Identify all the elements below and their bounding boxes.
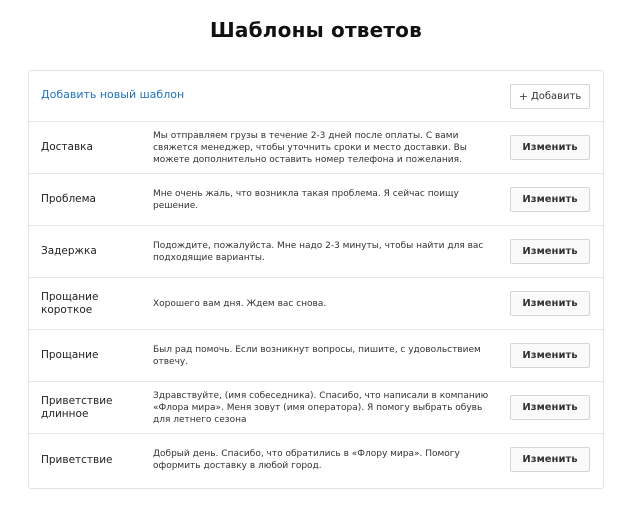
template-row-farewell: Прощание Был рад помочь. Если возникнут … (29, 330, 603, 382)
edit-button[interactable]: Изменить (510, 343, 590, 368)
template-name: Проблема (41, 193, 96, 205)
template-row-farewell-short: Прощание короткое Хорошего вам дня. Ждем… (29, 278, 603, 330)
edit-button[interactable]: Изменить (510, 239, 590, 264)
edit-button[interactable]: Изменить (510, 187, 590, 212)
template-text: Мне очень жаль, что возникла такая пробл… (153, 188, 459, 211)
edit-button[interactable]: Изменить (510, 291, 590, 316)
template-text: Добрый день. Спасибо, что обратились в «… (153, 449, 460, 471)
template-row-delay: Задержка Подождите, пожалуйста. Мне надо… (29, 226, 603, 278)
template-name: Прощание (41, 349, 99, 361)
edit-button[interactable]: Изменить (510, 447, 590, 472)
template-name: Прощание короткое (41, 290, 99, 316)
template-row-problem: Проблема Мне очень жаль, что возникла та… (29, 174, 603, 226)
template-text: Хорошего вам дня. Ждем вас снова. (153, 298, 327, 309)
add-button-label: Добавить (530, 91, 582, 102)
page-title: Шаблоны ответов (210, 18, 422, 42)
edit-button[interactable]: Изменить (510, 135, 590, 160)
templates-card: Добавить новый шаблон + Добавить Доставк… (28, 70, 604, 489)
template-text: Был рад помочь. Если возникнут вопросы, … (153, 344, 481, 367)
card-header: Добавить новый шаблон + Добавить (29, 71, 603, 122)
template-name: Доставка (41, 141, 93, 153)
edit-button[interactable]: Изменить (510, 395, 590, 420)
templates-list: Доставка Мы отправляем грузы в течение 2… (29, 122, 603, 486)
add-button[interactable]: + Добавить (510, 84, 590, 109)
template-text: Здравствуйте, (имя собеседника). Спасибо… (153, 390, 489, 425)
template-row-delivery: Доставка Мы отправляем грузы в течение 2… (29, 122, 603, 174)
template-name: Задержка (41, 245, 97, 257)
template-name: Приветствие длинное (41, 394, 113, 420)
template-row-greeting: Приветствие Добрый день. Спасибо, что об… (29, 434, 603, 486)
template-name: Приветствие (41, 453, 113, 466)
plus-icon: + (518, 90, 528, 103)
add-new-template-link[interactable]: Добавить новый шаблон (41, 88, 184, 101)
template-row-greeting-long: Приветствие длинное Здравствуйте, (имя с… (29, 382, 603, 434)
template-text: Мы отправляем грузы в течение 2-3 дней п… (153, 130, 467, 165)
template-text: Подождите, пожалуйста. Мне надо 2-3 мину… (153, 240, 484, 263)
